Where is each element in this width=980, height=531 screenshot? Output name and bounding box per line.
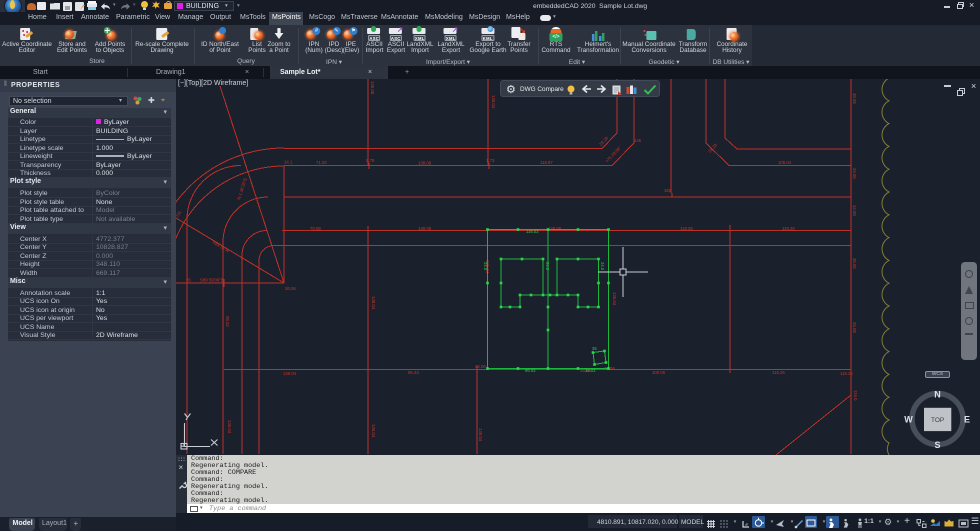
svg-text:35.03: 35.03 <box>585 368 596 373</box>
svg-text:731: 731 <box>176 209 183 218</box>
svg-text:26.06: 26.06 <box>285 286 296 291</box>
svg-text:145: 145 <box>634 138 642 143</box>
svg-text:136.04: 136.04 <box>612 292 617 306</box>
svg-text:138.08: 138.08 <box>548 226 562 231</box>
svg-text:136.04: 136.04 <box>227 420 232 434</box>
svg-text:116.03: 116.03 <box>526 229 539 234</box>
svg-text:W: W <box>904 415 913 425</box>
svg-text:34.00: 34.00 <box>852 205 857 216</box>
svg-text:145.08: 145.08 <box>370 81 375 95</box>
svg-text:24.0: 24.0 <box>600 262 605 271</box>
svg-text:136.04: 136.04 <box>478 428 483 442</box>
svg-text:136.04: 136.04 <box>371 424 376 438</box>
svg-text:26: 26 <box>186 278 191 283</box>
svg-text:E: E <box>964 415 970 425</box>
svg-text:118.26: 118.26 <box>680 226 693 231</box>
svg-text:116.0: 116.0 <box>853 390 858 401</box>
svg-text:+75 28'38": +75 28'38" <box>604 145 622 163</box>
svg-text:138.08: 138.08 <box>418 160 432 165</box>
svg-text:182: 182 <box>664 188 672 193</box>
svg-text:24.0: 24.0 <box>545 262 550 271</box>
svg-text:14.1: 14.1 <box>284 160 293 165</box>
svg-text:38.06: 38.06 <box>852 93 857 104</box>
svg-text:35.06: 35.06 <box>852 258 857 269</box>
svg-text:96.43: 96.43 <box>408 370 419 375</box>
svg-text:35: 35 <box>592 346 597 351</box>
svg-text:100.06: 100.06 <box>652 370 666 375</box>
svg-text:116.26: 116.26 <box>782 226 795 231</box>
svg-text:116.26: 116.26 <box>840 371 853 376</box>
svg-text:5.78: 5.78 <box>366 158 375 163</box>
svg-text:1.73: 1.73 <box>486 158 495 163</box>
svg-text:105.04: 105.04 <box>778 160 792 165</box>
svg-text:116.26: 116.26 <box>772 370 785 375</box>
svg-text:71.02: 71.02 <box>316 160 327 165</box>
svg-text:28.28: 28.28 <box>707 142 718 154</box>
svg-text:N.1.36'26"E: N.1.36'26"E <box>236 177 248 200</box>
svg-text:96.03: 96.03 <box>525 368 536 373</box>
svg-text:28.28: 28.28 <box>598 135 609 147</box>
svg-text:TOP: TOP <box>931 417 944 424</box>
svg-text:138.04: 138.04 <box>371 296 376 310</box>
svg-text:S89 59'06"E: S89 59'06"E <box>200 278 224 283</box>
svg-text:N88 52'W: N88 52'W <box>211 240 230 254</box>
svg-text:26.06: 26.06 <box>475 364 486 369</box>
svg-text:70.08: 70.08 <box>310 226 321 231</box>
svg-text:138.04: 138.04 <box>283 371 297 376</box>
svg-text:138.04: 138.04 <box>491 95 496 109</box>
svg-text:N: N <box>934 390 941 400</box>
svg-text:S: S <box>934 440 940 450</box>
svg-text:116.97: 116.97 <box>540 160 553 165</box>
svg-text:138.08: 138.08 <box>418 226 432 231</box>
svg-text:24.0: 24.0 <box>483 262 488 271</box>
svg-text:26.06: 26.06 <box>852 168 857 179</box>
svg-text:26.08: 26.08 <box>852 322 857 333</box>
svg-text:98.02: 98.02 <box>225 316 230 327</box>
